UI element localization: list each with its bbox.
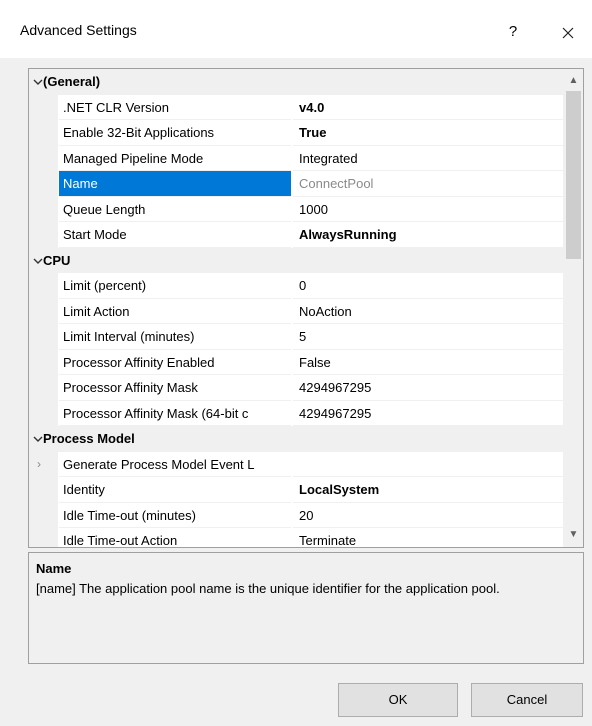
- property-value[interactable]: True: [293, 120, 563, 146]
- property-grid[interactable]: (General) .NET CLR Version v4.0 Enable 32-B…: [28, 68, 584, 548]
- grid-property-row[interactable]: Limit (percent) 0: [29, 273, 563, 299]
- property-value[interactable]: 5: [293, 324, 563, 350]
- property-value[interactable]: 4294967295: [293, 375, 563, 401]
- property-name: Generate Process Model Event L: [59, 452, 291, 477]
- grid-property-row[interactable]: Managed Pipeline Mode Integrated: [29, 146, 563, 171]
- property-name: Idle Time-out (minutes): [59, 503, 291, 528]
- property-value[interactable]: ConnectPool: [293, 171, 563, 197]
- property-name: Managed Pipeline Mode: [59, 146, 291, 171]
- category-label: CPU: [43, 252, 71, 268]
- property-name: Limit Action: [59, 299, 291, 324]
- scrollbar-thumb[interactable]: [566, 91, 581, 259]
- grid-property-row[interactable]: Processor Affinity Mask 4294967295: [29, 375, 563, 401]
- property-value[interactable]: Integrated: [293, 146, 563, 171]
- ok-button[interactable]: OK: [338, 683, 458, 717]
- property-value[interactable]: v4.0: [293, 95, 563, 120]
- grid-property-row[interactable]: Name ConnectPool: [29, 171, 563, 197]
- property-value[interactable]: False: [293, 350, 563, 375]
- property-name: Enable 32-Bit Applications: [59, 120, 291, 146]
- property-name: Limit (percent): [59, 273, 291, 299]
- grid-property-row[interactable]: Limit Interval (minutes) 5: [29, 324, 563, 350]
- dialog-title: Advanced Settings: [20, 22, 137, 38]
- property-value[interactable]: 0: [293, 273, 563, 299]
- title-bar: Advanced Settings ?: [0, 0, 592, 58]
- description-title: Name: [36, 561, 72, 576]
- property-name: .NET CLR Version: [59, 95, 291, 120]
- vertical-scrollbar[interactable]: ▲ ▼: [563, 69, 583, 547]
- property-value[interactable]: LocalSystem: [293, 477, 563, 503]
- category-label: Process Model: [43, 431, 135, 446]
- property-value[interactable]: Terminate: [293, 528, 563, 547]
- chevron-right-icon[interactable]: ›: [37, 452, 41, 478]
- property-name: Limit Interval (minutes): [59, 324, 291, 350]
- property-name: Queue Length: [59, 197, 291, 222]
- close-button[interactable]: [548, 14, 588, 50]
- grid-property-row[interactable]: Start Mode AlwaysRunning: [29, 222, 563, 248]
- property-name: Processor Affinity Mask (64-bit c: [59, 401, 291, 426]
- scroll-down-arrow-icon[interactable]: ▼: [563, 525, 583, 545]
- property-value[interactable]: 20: [293, 503, 563, 528]
- grid-property-row[interactable]: Enable 32-Bit Applications True: [29, 120, 563, 146]
- grid-property-row[interactable]: Idle Time-out (minutes) 20: [29, 503, 563, 528]
- property-value[interactable]: AlwaysRunning: [293, 222, 563, 248]
- grid-property-row[interactable]: Limit Action NoAction: [29, 299, 563, 324]
- property-name: Start Mode: [59, 222, 291, 248]
- grid-property-row[interactable]: › Generate Process Model Event L: [29, 452, 563, 478]
- property-grid-rows: (General) .NET CLR Version v4.0 Enable 32-B…: [29, 69, 563, 547]
- property-value[interactable]: [293, 452, 563, 477]
- property-name: Idle Time-out Action: [59, 528, 291, 547]
- property-value[interactable]: 4294967295: [293, 401, 563, 426]
- property-name: Processor Affinity Enabled: [59, 350, 291, 375]
- grid-property-row[interactable]: Processor Affinity Mask (64-bit c 4294967…: [29, 401, 563, 426]
- advanced-settings-dialog: Advanced Settings ? (General) .NET CLR Ve…: [0, 0, 592, 726]
- grid-category[interactable]: CPU: [29, 247, 563, 273]
- grid-property-row[interactable]: Processor Affinity Enabled False: [29, 350, 563, 375]
- grid-category[interactable]: (General): [29, 69, 563, 95]
- property-value[interactable]: NoAction: [293, 299, 563, 324]
- grid-property-row[interactable]: Idle Time-out Action Terminate: [29, 528, 563, 547]
- category-label: (General): [43, 74, 101, 89]
- close-icon: [562, 27, 574, 38]
- property-name: Identity: [59, 477, 291, 503]
- cancel-button[interactable]: Cancel: [471, 683, 583, 717]
- help-button[interactable]: ?: [495, 14, 531, 50]
- grid-property-row[interactable]: .NET CLR Version v4.0: [29, 95, 563, 120]
- property-value[interactable]: 1000: [293, 197, 563, 222]
- grid-property-row[interactable]: Queue Length 1000: [29, 197, 563, 222]
- description-text: [name] The application pool name is the …: [36, 581, 500, 596]
- property-name: Processor Affinity Mask: [59, 375, 291, 401]
- property-name: Name: [59, 171, 291, 197]
- scroll-up-arrow-icon[interactable]: ▲: [563, 71, 583, 91]
- grid-category[interactable]: Process Model: [29, 426, 563, 452]
- description-panel: Name [name] The application pool name is…: [28, 552, 584, 664]
- grid-property-row[interactable]: Identity LocalSystem: [29, 477, 563, 503]
